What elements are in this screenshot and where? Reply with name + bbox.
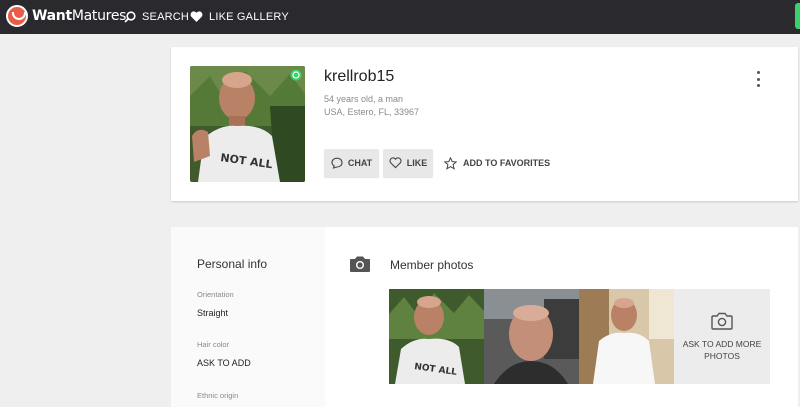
orientation-label: Orientation [197, 290, 234, 299]
member-photo-3[interactable] [579, 289, 674, 384]
site-logo[interactable]: WantMatures [6, 5, 126, 27]
profile-age-gender: 54 years old, a man [324, 94, 404, 104]
hair-color-value[interactable]: ASK TO ADD [197, 358, 251, 368]
add-to-favorites-label: ADD TO FAVORITES [463, 158, 551, 168]
member-photos-panel: Member photos NOT ALL ASK TO ADD MORE PH… [325, 227, 798, 407]
profile-location: USA, Estero, FL, 33967 [324, 107, 420, 117]
profile-avatar[interactable]: NOT ALL [190, 66, 305, 182]
top-navigation-bar: WantMatures SEARCH LIKE GALLERY [0, 0, 800, 34]
online-status-icon [290, 69, 302, 81]
chat-icon [331, 157, 343, 169]
logo-text: WantMatures [32, 8, 127, 24]
hair-color-label: Hair color [197, 340, 230, 349]
profile-card: NOT ALL krellrob15 54 years old, a man U… [171, 47, 798, 201]
camera-outline-icon [711, 312, 733, 330]
like-button[interactable]: LIKE [383, 149, 433, 177]
add-to-favorites-button[interactable]: ADD TO FAVORITES [444, 154, 550, 172]
online-indicator [795, 3, 800, 29]
ethnic-origin-label: Ethnic origin [197, 391, 239, 400]
nav-like-gallery[interactable]: LIKE GALLERY [190, 0, 289, 34]
chat-button-label: CHAT [347, 158, 373, 168]
ask-more-photos-label: ASK TO ADD MORE PHOTOS [682, 338, 762, 361]
heart-icon [190, 11, 203, 22]
nav-search[interactable]: SEARCH [124, 0, 189, 34]
nav-like-gallery-label: LIKE GALLERY [209, 11, 289, 23]
profile-username: krellrob15 [324, 68, 395, 85]
heart-outline-icon [389, 157, 402, 169]
member-photo-2[interactable] [484, 289, 579, 384]
member-photo-1[interactable]: NOT ALL [389, 289, 484, 384]
logo-icon [6, 5, 28, 27]
photo-strip: NOT ALL ASK TO ADD MORE PHOTOS [389, 289, 770, 384]
chat-button[interactable]: CHAT [324, 149, 379, 177]
member-photos-title: Member photos [390, 258, 474, 272]
star-icon [444, 156, 457, 170]
more-options-icon[interactable] [754, 71, 762, 87]
nav-search-label: SEARCH [142, 11, 190, 23]
personal-info-panel: Personal info Orientation Straight Hair … [171, 227, 325, 407]
personal-info-title: Personal info [197, 257, 268, 271]
search-icon [124, 11, 136, 23]
orientation-value: Straight [197, 308, 229, 318]
camera-icon [350, 256, 370, 272]
like-button-label: LIKE [406, 158, 428, 168]
ask-more-photos-button[interactable]: ASK TO ADD MORE PHOTOS [674, 289, 770, 384]
